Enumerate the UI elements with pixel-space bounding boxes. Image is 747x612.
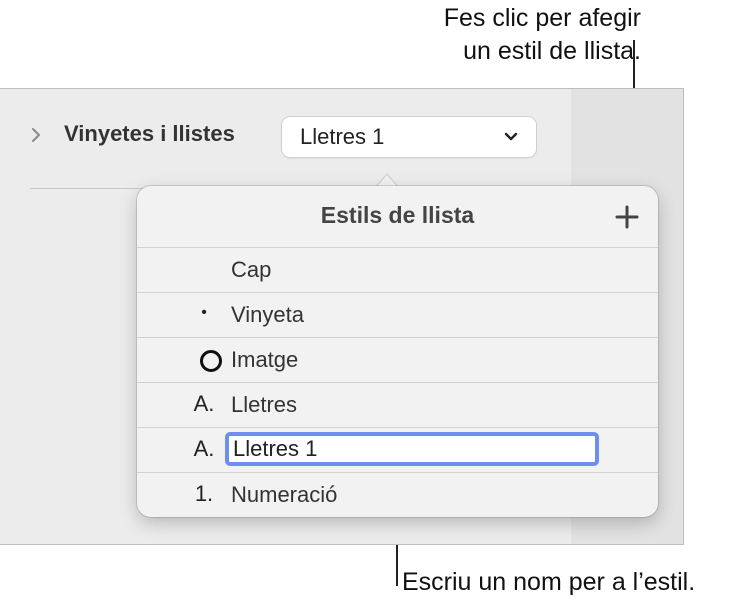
list-style-row-numbering[interactable]: 1. Numeració [137,472,658,516]
list-style-select-value: Lletres 1 [300,124,385,149]
popover-arrow [345,173,429,188]
number-marker: 1. [194,481,214,506]
list-style-row-image[interactable]: Imatge [137,337,658,381]
list-style-select[interactable]: Lletres 1 [282,117,536,157]
disclosure-chevron-icon[interactable] [28,125,44,145]
letter-marker: A. [193,391,215,416]
plus-icon[interactable] [614,204,640,230]
callout-add-style-line2: un estil de llista. [463,37,641,65]
callout-add-style-line1: Fes clic per afegir [443,4,641,32]
list-style-label: Cap [231,257,272,282]
list-style-row-bullet[interactable]: • Vinyeta [137,292,658,336]
list-styles-popover: Estils de llista Cap • Vinyeta Imatge A.… [137,186,658,517]
list-style-row-none[interactable]: Cap [137,247,658,291]
section-label-bullets-lists[interactable]: Vinyetes i llistes [64,121,235,147]
callout-name-style: Escriu un nom per a l’estil. [402,568,696,596]
ring-icon [200,350,222,372]
list-style-row-letters[interactable]: A. Lletres [137,382,658,426]
chevron-down-icon [504,132,518,141]
style-name-input[interactable] [225,432,599,466]
popover-title: Estils de llista [320,202,475,228]
list-style-label: Vinyeta [231,302,304,327]
list-style-label: Numeració [231,482,338,507]
list-style-label: Lletres [231,392,298,417]
list-style-row-letters-1[interactable]: A. [137,427,658,471]
list-style-label: Imatge [231,347,299,372]
letter-marker: A. [193,436,215,461]
callout-add-style: Fes clic per afegir un estil de llista. [444,2,641,68]
bullet-marker: • [201,304,207,321]
